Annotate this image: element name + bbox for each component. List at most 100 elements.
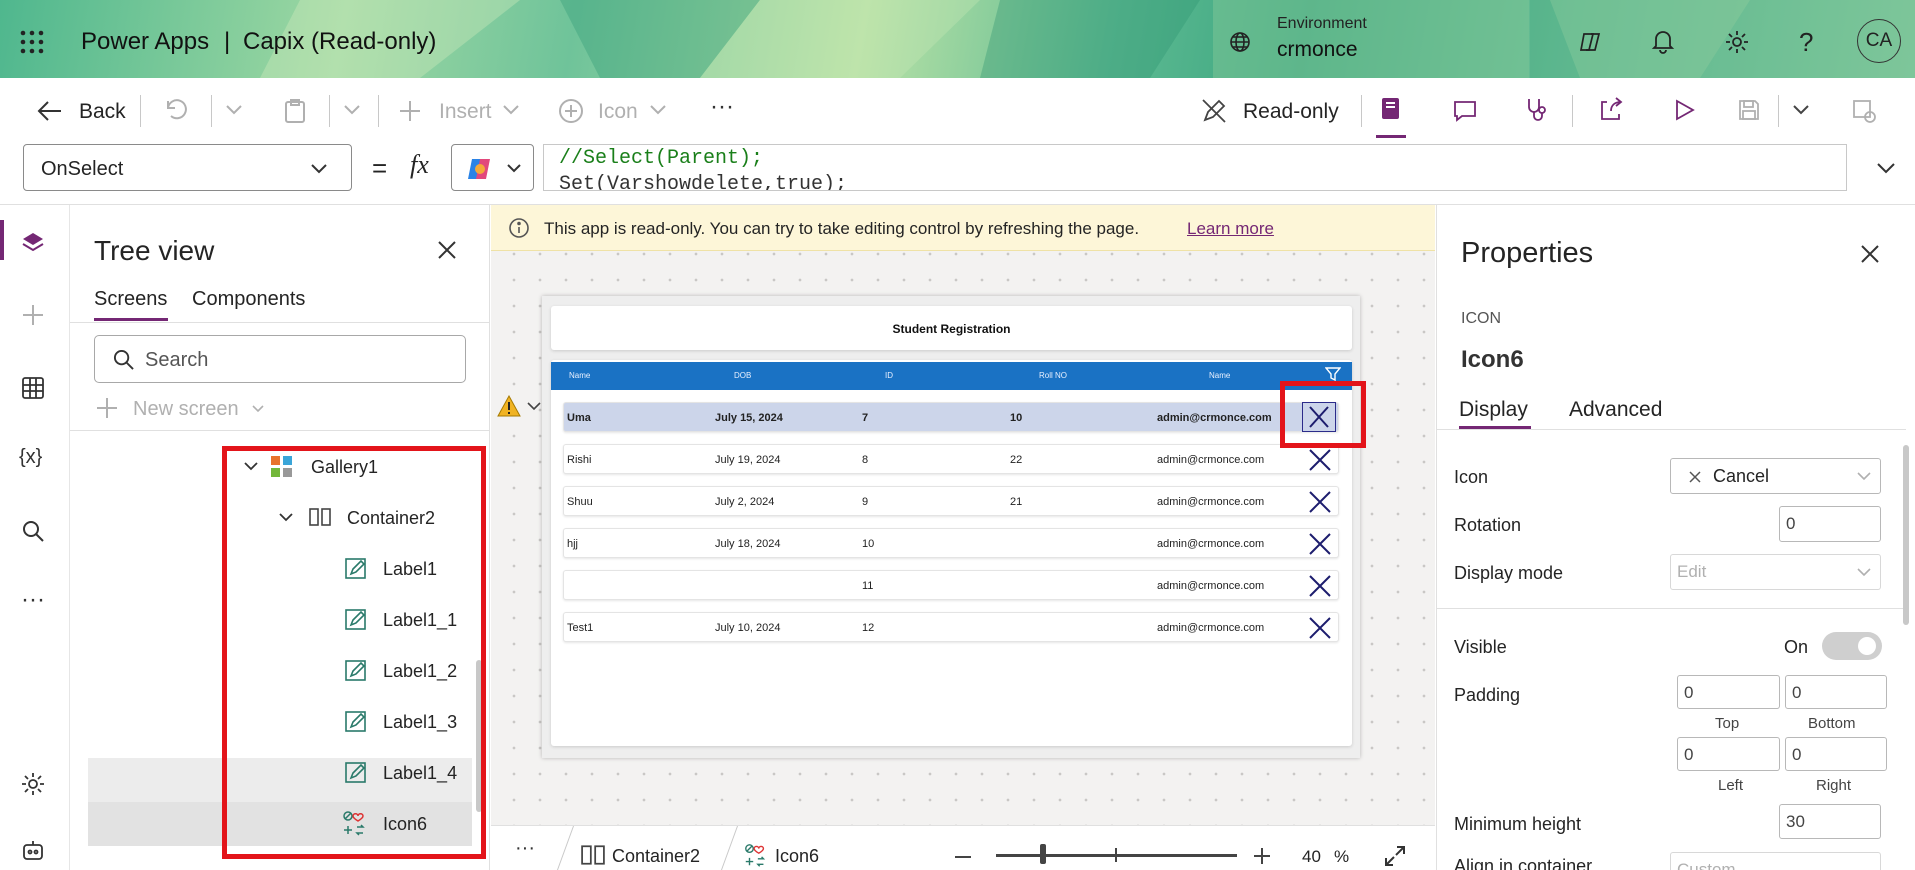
visible-toggle[interactable]: [1822, 632, 1882, 660]
breadcrumb-container2[interactable]: Container2: [612, 846, 700, 867]
cancel-icon[interactable]: [1307, 615, 1333, 641]
cancel-icon: [1689, 471, 1701, 483]
gallery-row[interactable]: hjj July 18, 2024 10 admin@crmonce.com: [563, 528, 1339, 558]
gallery-row[interactable]: Test1 July 10, 2024 12 admin@crmonce.com: [563, 612, 1339, 642]
display-mode-label: Display mode: [1454, 563, 1564, 583]
share-icon[interactable]: [1598, 97, 1624, 123]
cancel-icon[interactable]: [1307, 531, 1333, 557]
save-icon[interactable]: [1737, 98, 1761, 122]
tab-advanced[interactable]: Advanced: [1569, 398, 1662, 422]
warning-icon[interactable]: [497, 395, 521, 417]
padding-right-input[interactable]: 0: [1785, 737, 1887, 771]
settings-icon[interactable]: [1724, 29, 1750, 55]
icon-button[interactable]: Icon: [598, 100, 638, 124]
comments-icon[interactable]: [1452, 99, 1478, 123]
gallery-row[interactable]: 11 admin@crmonce.com: [563, 570, 1339, 600]
align-dropdown[interactable]: Custom: [1670, 852, 1881, 870]
search-icon[interactable]: [22, 520, 44, 542]
divider: [1778, 95, 1779, 127]
visible-value: On: [1784, 637, 1809, 657]
globe-icon: [1229, 31, 1251, 53]
virtual-agent-icon[interactable]: [21, 840, 45, 862]
undo-icon[interactable]: [163, 97, 189, 123]
variables-icon[interactable]: {x}: [19, 446, 42, 469]
icon-prop-label: Icon: [1454, 467, 1489, 487]
save-chevron-icon[interactable]: [1792, 104, 1810, 116]
icon-prop-dropdown[interactable]: Cancel: [1670, 458, 1881, 494]
add-icon-circle-icon[interactable]: [558, 98, 584, 124]
copilot-icon[interactable]: [1577, 29, 1603, 55]
tab-components[interactable]: Components: [192, 288, 305, 311]
paste-chevron-icon[interactable]: [343, 104, 361, 116]
gallery-row[interactable]: Shuu July 2, 2024 9 21 admin@crmonce.com: [563, 486, 1339, 516]
insert-plus-icon[interactable]: [22, 304, 44, 326]
data-table-icon[interactable]: [22, 377, 44, 399]
expand-formula-icon[interactable]: [1876, 162, 1896, 175]
avatar[interactable]: CA: [1857, 19, 1901, 63]
min-height-value: 30: [1786, 812, 1805, 831]
property-dropdown[interactable]: OnSelect: [23, 144, 352, 191]
app-checker-book-icon[interactable]: [1378, 96, 1404, 122]
copilot-formula-button[interactable]: [451, 144, 534, 191]
chevron-down-icon: [311, 164, 327, 174]
layers-icon[interactable]: [21, 231, 45, 253]
more-commands-button[interactable]: ···: [710, 93, 734, 121]
fit-to-screen-icon[interactable]: [1384, 845, 1406, 867]
back-button[interactable]: Back: [79, 100, 126, 124]
filter-icon[interactable]: [1325, 366, 1341, 382]
display-mode-dropdown[interactable]: Edit: [1670, 554, 1881, 590]
more-icon[interactable]: ···: [21, 586, 45, 614]
paste-icon[interactable]: [283, 98, 307, 124]
rotation-input[interactable]: 0: [1779, 506, 1881, 542]
breadcrumb-icon6[interactable]: Icon6: [775, 846, 819, 867]
padding-left-input[interactable]: 0: [1677, 737, 1780, 771]
insert-plus-icon[interactable]: [398, 99, 422, 123]
icon-chevron-icon[interactable]: [649, 104, 667, 116]
padding-bottom-input[interactable]: 0: [1785, 675, 1887, 709]
tree-search-box[interactable]: Search: [94, 335, 466, 383]
zoom-slider-thumb[interactable]: [1040, 844, 1046, 864]
padding-bottom-caption: Bottom: [1808, 715, 1856, 732]
cell-email: admin@crmonce.com: [1157, 454, 1265, 466]
cell-id: 8: [862, 454, 869, 466]
cell-id: 10: [862, 538, 875, 550]
notifications-icon[interactable]: [1651, 28, 1675, 54]
cancel-icon[interactable]: [1307, 447, 1333, 473]
close-icon[interactable]: [1860, 244, 1880, 264]
display-mode-value: Edit: [1677, 562, 1707, 581]
properties-scrollbar[interactable]: [1903, 445, 1909, 625]
formula-editor[interactable]: //Select(Parent); Set(Varshowdelete,true…: [543, 144, 1847, 191]
gallery-row[interactable]: Rishi July 19, 2024 8 22 admin@crmonce.c…: [563, 444, 1339, 474]
control-name: Icon6: [1461, 346, 1524, 373]
publish-icon[interactable]: [1851, 98, 1877, 124]
cell-dob: July 18, 2024: [715, 538, 781, 550]
zoom-slider-tick: [1115, 848, 1117, 862]
tab-screens[interactable]: Screens: [94, 288, 167, 311]
add-icon: [96, 397, 118, 419]
gallery-row[interactable]: Uma July 15, 2024 7 10 admin@crmonce.com: [563, 402, 1339, 432]
close-icon[interactable]: [437, 240, 457, 260]
status-more-button[interactable]: ···: [515, 837, 535, 860]
new-screen-button[interactable]: New screen: [133, 398, 239, 421]
settings-gear-icon[interactable]: [21, 772, 45, 796]
min-height-input[interactable]: 30: [1779, 804, 1881, 839]
min-height-label: Minimum height: [1454, 814, 1582, 834]
insert-chevron-icon[interactable]: [502, 104, 520, 116]
insert-button[interactable]: Insert: [439, 100, 492, 124]
back-arrow-icon[interactable]: [37, 99, 63, 123]
tab-display[interactable]: Display: [1459, 398, 1528, 422]
cell-dob: July 10, 2024: [715, 622, 781, 634]
undo-chevron-icon[interactable]: [225, 104, 243, 116]
zoom-out-button[interactable]: [955, 856, 971, 858]
warning-chevron-icon[interactable]: [526, 401, 542, 412]
play-icon[interactable]: [1672, 98, 1696, 122]
app-launcher-icon[interactable]: [20, 30, 44, 54]
stethoscope-icon[interactable]: [1524, 97, 1550, 123]
zoom-in-button[interactable]: [1253, 847, 1271, 865]
environment-name[interactable]: crmonce: [1277, 38, 1358, 62]
help-icon[interactable]: ?: [1799, 27, 1813, 58]
padding-top-input[interactable]: 0: [1677, 675, 1780, 709]
cancel-icon[interactable]: [1307, 489, 1333, 515]
cancel-icon[interactable]: [1307, 573, 1333, 599]
banner-learn-more-link[interactable]: Learn more: [1187, 219, 1274, 239]
